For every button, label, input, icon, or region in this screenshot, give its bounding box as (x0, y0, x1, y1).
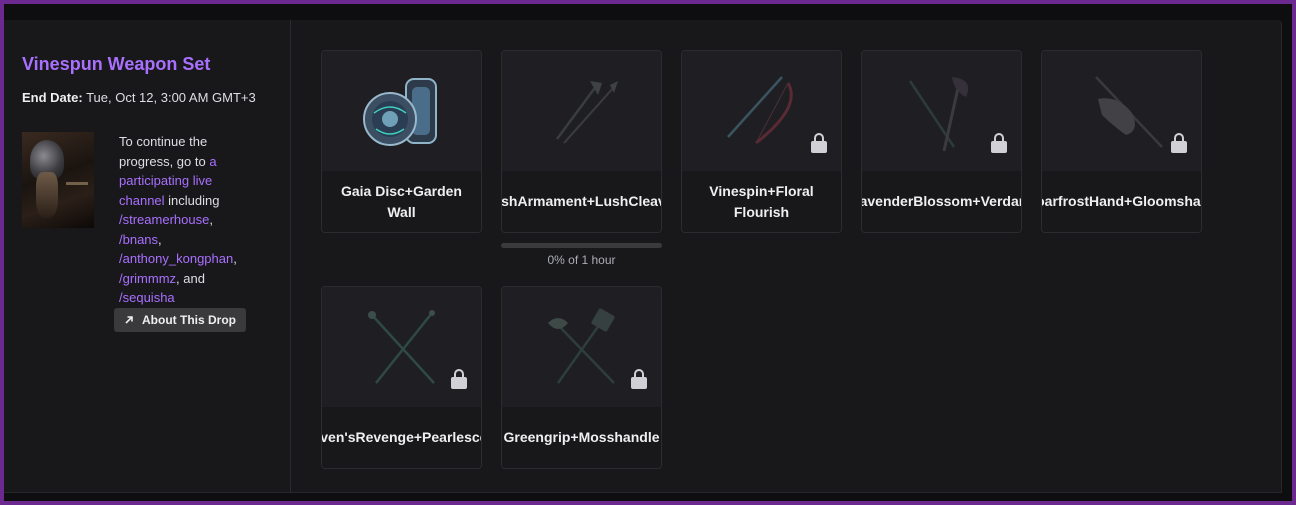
desc-middle: including (164, 192, 220, 208)
progress-bar (501, 243, 662, 248)
end-date-value: Tue, Oct 12, 3:00 AM GMT+3 (86, 90, 256, 105)
reward-name: Raven'sRevenge+Pearlescent (322, 407, 481, 468)
reward-card[interactable]: LushArmament+LushCleaver (501, 50, 662, 233)
reward-card[interactable]: LavenderBlossom+Verdant (861, 50, 1022, 233)
axe-spear-icon (502, 51, 661, 171)
reward-card[interactable]: HoarfrostHand+Gloomshade (1041, 50, 1202, 233)
crossed-hammers-icon (502, 287, 661, 407)
end-date-label: End Date: (22, 90, 83, 105)
campaign-description: To continue the progress, go to a partic… (119, 134, 237, 305)
game-box-art[interactable] (22, 132, 94, 228)
lock-icon (811, 133, 827, 153)
lock-icon (451, 369, 467, 389)
sword-bow-icon (682, 51, 841, 171)
crossed-staffs-icon (322, 287, 481, 407)
channel-link[interactable]: /anthony_kongphan (119, 251, 233, 266)
channel-link[interactable]: /sequisha (119, 290, 175, 305)
rapier-hatchet-icon (862, 51, 1021, 171)
reward-card[interactable]: Greengrip+Mosshandle (501, 286, 662, 469)
campaign-title: Vinespun Weapon Set (22, 54, 211, 74)
reward-card[interactable]: Gaia Disc+Garden Wall (321, 50, 482, 233)
shield-icon (322, 51, 481, 171)
lock-icon (1171, 133, 1187, 153)
gauntlet-staff-icon (1042, 51, 1201, 171)
reward-card[interactable]: Vinespin+Floral Flourish (681, 50, 842, 233)
desc-prefix: To continue the progress, go to (119, 134, 210, 169)
reward-name: HoarfrostHand+Gloomshade (1042, 171, 1201, 232)
channel-link[interactable]: /grimmmz (119, 271, 176, 286)
external-arrow-icon (125, 316, 133, 324)
about-button-label: About This Drop (142, 313, 236, 327)
about-this-drop-button[interactable]: About This Drop (114, 308, 246, 332)
reward-name: Greengrip+Mosshandle (502, 407, 661, 468)
channel-link[interactable]: /streamerhouse (119, 212, 209, 227)
reward-card[interactable]: Raven'sRevenge+Pearlescent (321, 286, 482, 469)
reward-name: Gaia Disc+Garden Wall (322, 171, 481, 232)
lock-icon (991, 133, 1007, 153)
channel-link[interactable]: /bnans (119, 232, 158, 247)
end-date: End Date: Tue, Oct 12, 3:00 AM GMT+3 (22, 90, 256, 105)
reward-name: LushArmament+LushCleaver (502, 171, 661, 232)
lock-icon (631, 369, 647, 389)
progress-text: 0% of 1 hour (547, 253, 616, 267)
drop-campaign-card: Vinespun Weapon Set End Date: Tue, Oct 1… (4, 20, 1282, 493)
page-frame: Vinespun Weapon Set End Date: Tue, Oct 1… (4, 4, 1292, 501)
reward-name: LavenderBlossom+Verdant (862, 171, 1021, 232)
reward-name: Vinespin+Floral Flourish (682, 171, 841, 232)
campaign-info-panel: Vinespun Weapon Set End Date: Tue, Oct 1… (4, 20, 291, 493)
